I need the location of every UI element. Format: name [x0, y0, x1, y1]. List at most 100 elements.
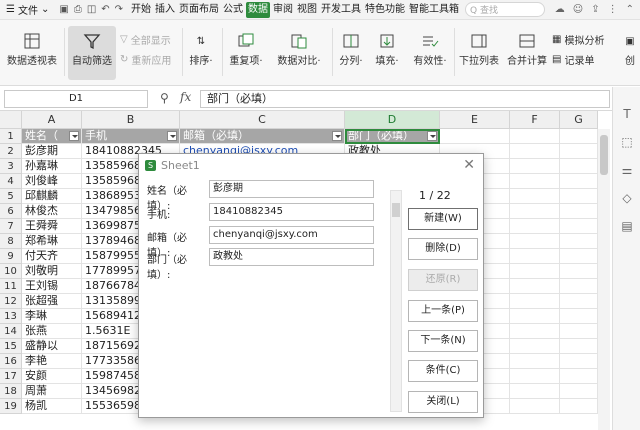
- cell[interactable]: [560, 129, 598, 144]
- cell[interactable]: [510, 294, 560, 309]
- row-header[interactable]: 4: [0, 174, 22, 189]
- cell[interactable]: [510, 354, 560, 369]
- cell[interactable]: [560, 399, 598, 414]
- tab-2[interactable]: 页面布局: [177, 0, 221, 20]
- vertical-scrollbar[interactable]: [598, 129, 610, 430]
- cell[interactable]: 孙嘉琳: [22, 159, 82, 174]
- cell[interactable]: [560, 279, 598, 294]
- layers-icon[interactable]: ▤: [620, 219, 634, 233]
- email-field[interactable]: chenyanqi@jsxy.com: [209, 226, 374, 244]
- pivot-table-button[interactable]: 数据透视表: [6, 30, 58, 67]
- row-header[interactable]: 16: [0, 354, 22, 369]
- reapply-button[interactable]: ↻ 重新应用: [120, 52, 171, 67]
- row-header[interactable]: 11: [0, 279, 22, 294]
- cell[interactable]: 付天齐: [22, 249, 82, 264]
- row-header[interactable]: 7: [0, 219, 22, 234]
- name-field[interactable]: 彭彦期: [209, 180, 374, 198]
- cell[interactable]: [560, 369, 598, 384]
- new-record-button[interactable]: 新建(W): [408, 208, 478, 230]
- tab-7[interactable]: 开发工具: [319, 0, 363, 20]
- fill-button[interactable]: 填充·: [372, 30, 402, 67]
- simulate-button[interactable]: ▦ 模拟分析: [552, 32, 604, 47]
- phone-field[interactable]: 18410882345: [209, 203, 374, 221]
- sliders-icon[interactable]: ⚌: [620, 163, 634, 177]
- select-icon[interactable]: ⬚: [620, 135, 634, 149]
- column-header-e[interactable]: E: [440, 111, 510, 129]
- create-button[interactable]: ▣ 创: [620, 30, 640, 68]
- cell[interactable]: [510, 144, 560, 159]
- cell[interactable]: [510, 279, 560, 294]
- filter-dropdown-icon[interactable]: [167, 131, 177, 141]
- tab-4[interactable]: 数据: [246, 1, 271, 18]
- cell[interactable]: [560, 264, 598, 279]
- cell[interactable]: 安颜: [22, 369, 82, 384]
- cell[interactable]: [510, 159, 560, 174]
- tab-1[interactable]: 插入: [153, 0, 177, 20]
- cell[interactable]: [560, 159, 598, 174]
- fx-icon[interactable]: fx: [180, 90, 191, 104]
- row-header[interactable]: 1: [0, 129, 22, 144]
- dropdown-list-button[interactable]: 下拉列表: [458, 30, 500, 67]
- undo-icon[interactable]: ↶: [101, 4, 109, 15]
- dept-field[interactable]: 政教处: [209, 248, 374, 266]
- show-all-button[interactable]: ▽ 全部显示: [120, 32, 171, 47]
- filter-dropdown-icon[interactable]: [332, 131, 342, 141]
- cell[interactable]: 盛静以: [22, 339, 82, 354]
- cell[interactable]: 李琳: [22, 309, 82, 324]
- file-menu[interactable]: ☰ 文件 ⌄: [0, 2, 53, 17]
- cell[interactable]: [510, 189, 560, 204]
- user-icon[interactable]: ☺: [573, 4, 583, 15]
- cell[interactable]: 姓名（: [22, 129, 82, 144]
- row-header[interactable]: 6: [0, 204, 22, 219]
- record-form-button[interactable]: ▤ 记录单: [552, 52, 594, 67]
- cell[interactable]: [510, 339, 560, 354]
- cell[interactable]: 王刘锡: [22, 279, 82, 294]
- cell[interactable]: 李艳: [22, 354, 82, 369]
- cell[interactable]: [560, 324, 598, 339]
- next-record-button[interactable]: 下一条(N): [408, 330, 478, 352]
- select-all-corner[interactable]: [0, 111, 22, 129]
- record-scrollbar[interactable]: [390, 190, 402, 412]
- cell[interactable]: 邮箱（必填）: [180, 129, 345, 144]
- filter-dropdown-icon[interactable]: [427, 131, 437, 141]
- collapse-icon[interactable]: ⌃: [626, 4, 634, 15]
- cell[interactable]: [560, 294, 598, 309]
- prev-record-button[interactable]: 上一条(P): [408, 300, 478, 322]
- preview-icon[interactable]: ◫: [87, 4, 96, 15]
- row-header[interactable]: 9: [0, 249, 22, 264]
- cell[interactable]: 杨凯: [22, 399, 82, 414]
- name-box[interactable]: D1: [4, 90, 148, 108]
- cell[interactable]: [560, 339, 598, 354]
- delete-record-button[interactable]: 删除(D): [408, 238, 478, 260]
- print-icon[interactable]: ⎙: [74, 4, 82, 15]
- tab-3[interactable]: 公式: [221, 0, 245, 20]
- cell[interactable]: [510, 369, 560, 384]
- cell[interactable]: [510, 204, 560, 219]
- cell[interactable]: 刘敬明: [22, 264, 82, 279]
- cell[interactable]: 邱麒麟: [22, 189, 82, 204]
- column-header-a[interactable]: A: [22, 111, 82, 129]
- cell[interactable]: [560, 354, 598, 369]
- cell[interactable]: [510, 174, 560, 189]
- cell[interactable]: [560, 234, 598, 249]
- cell[interactable]: [560, 384, 598, 399]
- cell[interactable]: 郑希琳: [22, 234, 82, 249]
- autofilter-button[interactable]: 自动筛选: [68, 26, 116, 80]
- tab-9[interactable]: 智能工具箱: [407, 0, 461, 20]
- cell[interactable]: [560, 219, 598, 234]
- share-icon[interactable]: ⇪: [591, 4, 599, 15]
- row-header[interactable]: 17: [0, 369, 22, 384]
- row-header[interactable]: 15: [0, 339, 22, 354]
- zoom-icon[interactable]: ⚲: [160, 91, 169, 105]
- row-header[interactable]: 2: [0, 144, 22, 159]
- save-icon[interactable]: ▣: [59, 4, 68, 15]
- cell[interactable]: 张超强: [22, 294, 82, 309]
- row-header[interactable]: 8: [0, 234, 22, 249]
- row-header[interactable]: 12: [0, 294, 22, 309]
- shape-icon[interactable]: ◇: [620, 191, 634, 205]
- cell[interactable]: [510, 264, 560, 279]
- row-header[interactable]: 14: [0, 324, 22, 339]
- cell[interactable]: 林俊杰: [22, 204, 82, 219]
- cell[interactable]: [560, 204, 598, 219]
- restore-button[interactable]: 还原(R): [408, 269, 478, 291]
